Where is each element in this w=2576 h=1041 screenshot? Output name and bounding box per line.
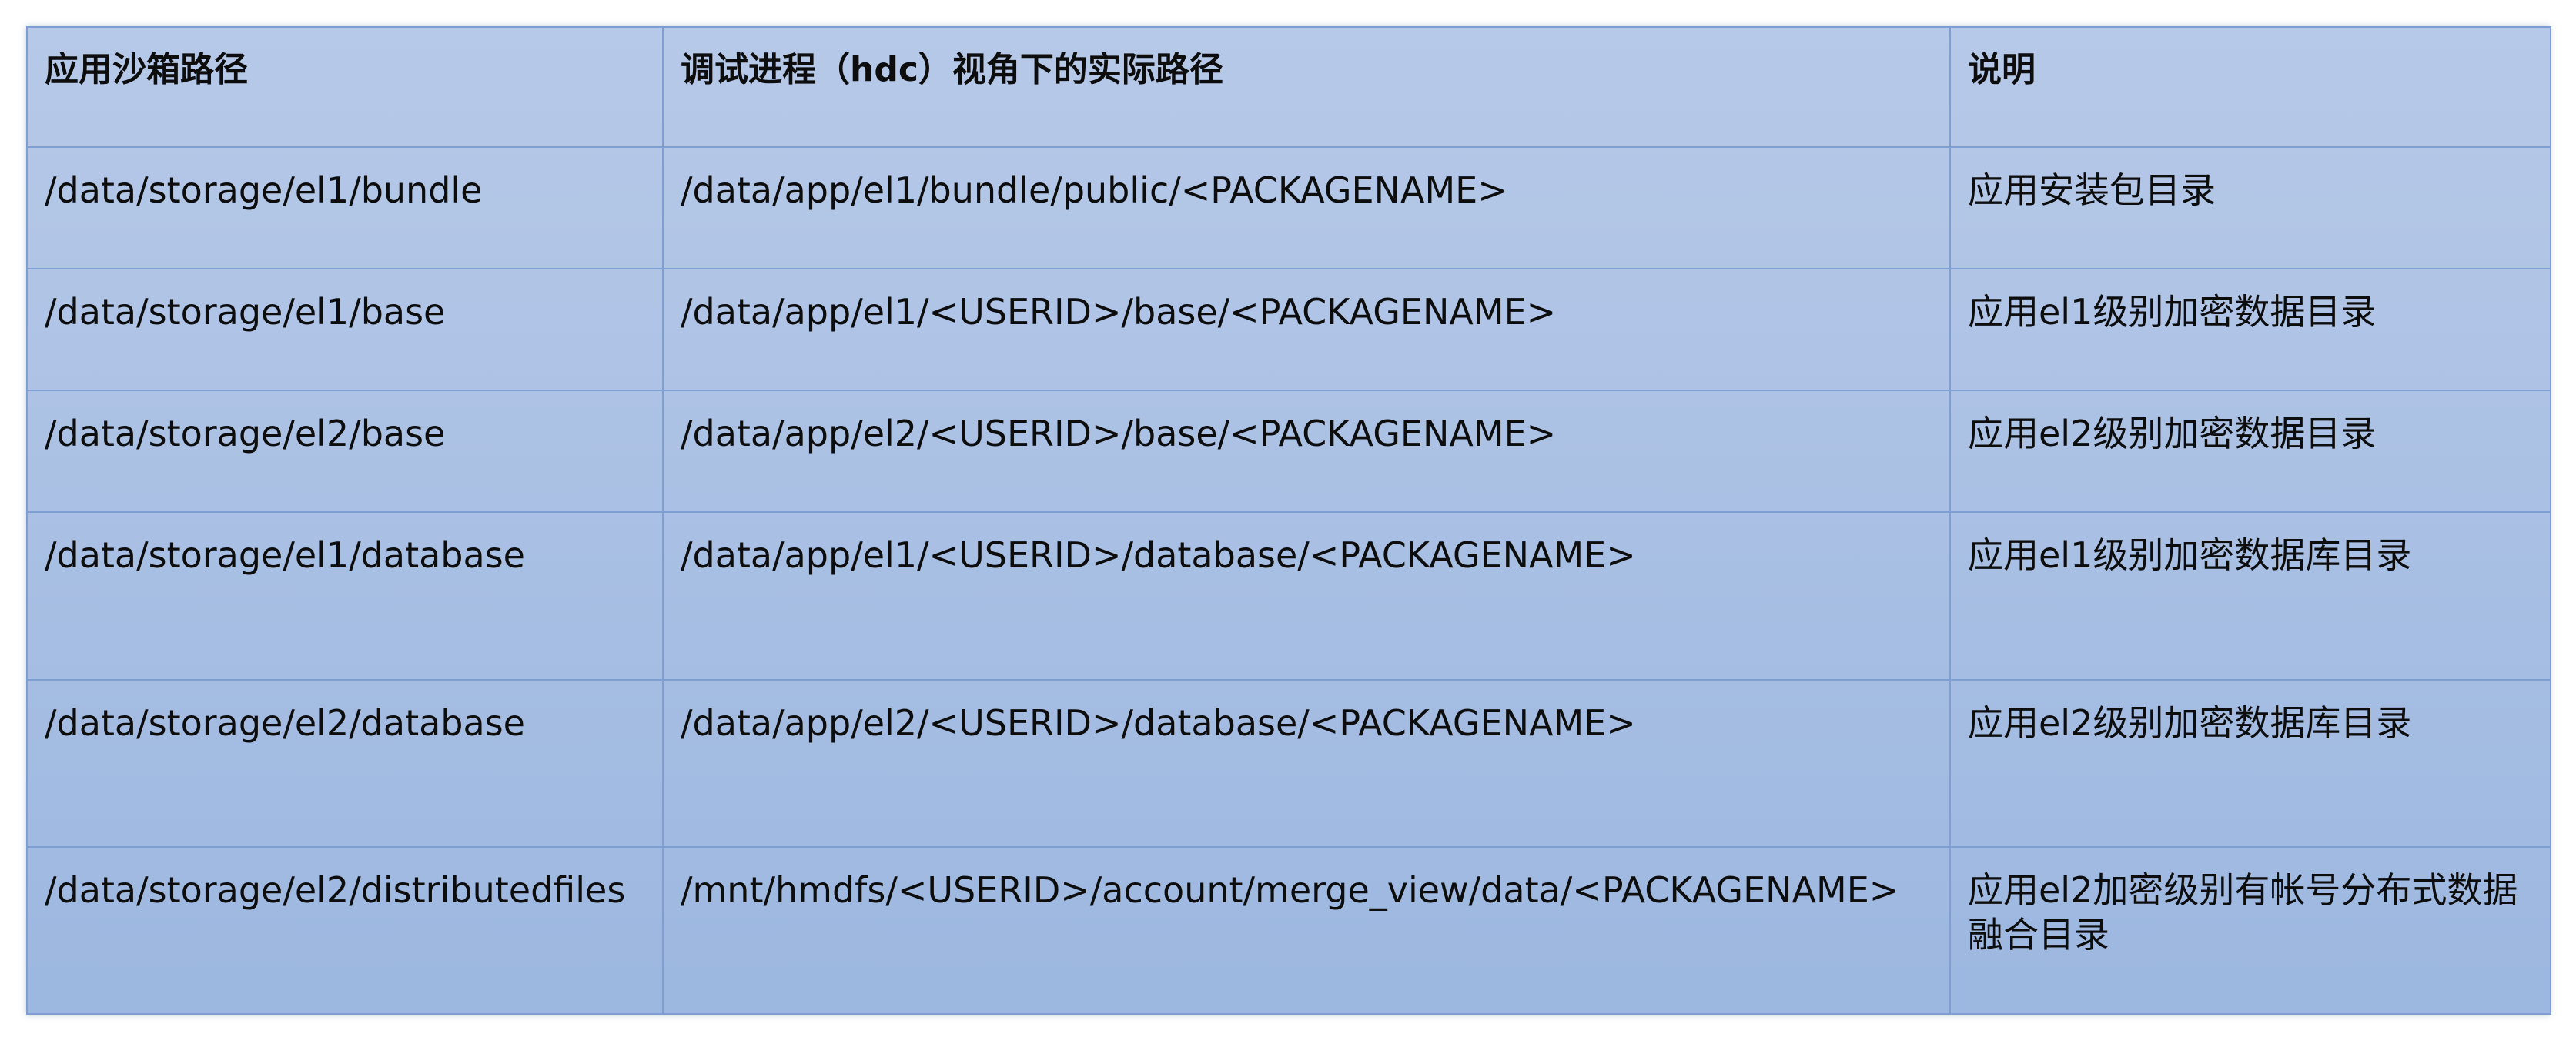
- header-sandbox-path: 应用沙箱路径: [26, 26, 664, 148]
- cell-description: 应用el1级别加密数据库目录: [1949, 511, 2551, 681]
- table-row: /data/storage/el1/bundle /data/app/el1/b…: [26, 146, 2551, 270]
- header-description: 说明: [1949, 26, 2551, 148]
- table-row: /data/storage/el2/database /data/app/el2…: [26, 678, 2551, 848]
- cell-sandbox-path: /data/storage/el1/bundle: [26, 146, 664, 270]
- table-header-row: 应用沙箱路径 调试进程（hdc）视角下的实际路径 说明: [26, 26, 2551, 148]
- cell-description: 应用el2加密级别有帐号分布式数据融合目录: [1949, 845, 2551, 1016]
- cell-sandbox-path: /data/storage/el1/database: [26, 511, 664, 681]
- cell-description: 应用el1级别加密数据目录: [1949, 268, 2551, 392]
- cell-actual-path: /data/app/el1/bundle/public/<PACKAGENAME…: [662, 146, 1951, 270]
- sandbox-path-table-container: 应用沙箱路径 调试进程（hdc）视角下的实际路径 说明 /data/storag…: [26, 26, 2551, 1016]
- cell-description: 应用el2级别加密数据目录: [1949, 390, 2551, 514]
- cell-sandbox-path: /data/storage/el2/distributedfiles: [26, 845, 664, 1016]
- cell-actual-path: /data/app/el1/<USERID>/base/<PACKAGENAME…: [662, 268, 1951, 392]
- cell-sandbox-path: /data/storage/el2/database: [26, 678, 664, 848]
- sandbox-path-table: 应用沙箱路径 调试进程（hdc）视角下的实际路径 说明 /data/storag…: [26, 26, 2551, 1016]
- cell-actual-path: /data/app/el2/<USERID>/base/<PACKAGENAME…: [662, 390, 1951, 514]
- table-row: /data/storage/el1/database /data/app/el1…: [26, 511, 2551, 681]
- table-row: /data/storage/el2/distributedfiles /mnt/…: [26, 845, 2551, 1016]
- table-row: /data/storage/el1/base /data/app/el1/<US…: [26, 268, 2551, 392]
- cell-description: 应用el2级别加密数据库目录: [1949, 678, 2551, 848]
- cell-sandbox-path: /data/storage/el1/base: [26, 268, 664, 392]
- cell-actual-path: /data/app/el2/<USERID>/database/<PACKAGE…: [662, 678, 1951, 848]
- cell-actual-path: /mnt/hmdfs/<USERID>/account/merge_view/d…: [662, 845, 1951, 1016]
- cell-sandbox-path: /data/storage/el2/base: [26, 390, 664, 514]
- cell-actual-path: /data/app/el1/<USERID>/database/<PACKAGE…: [662, 511, 1951, 681]
- header-actual-path: 调试进程（hdc）视角下的实际路径: [662, 26, 1951, 148]
- cell-description: 应用安装包目录: [1949, 146, 2551, 270]
- table-row: /data/storage/el2/base /data/app/el2/<US…: [26, 390, 2551, 514]
